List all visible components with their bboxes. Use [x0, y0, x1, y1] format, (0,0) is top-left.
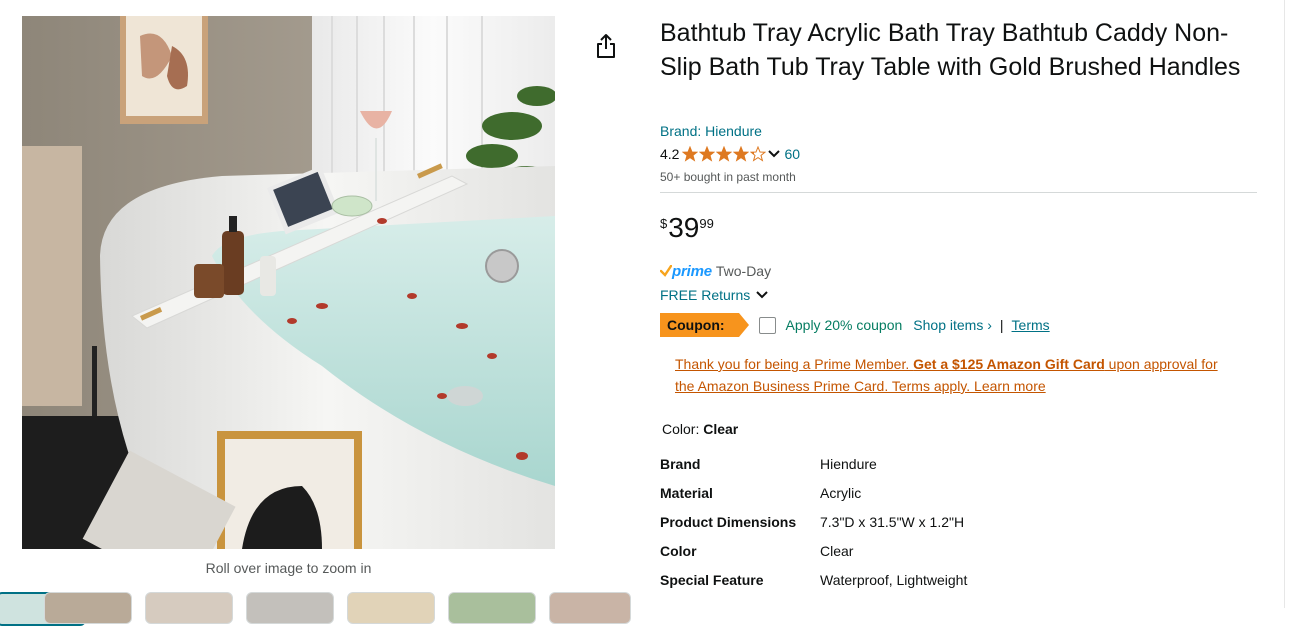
coupon-label[interactable]: Apply 20% coupon [786, 317, 903, 333]
thumbnail-3[interactable] [145, 592, 233, 624]
main-product-image[interactable] [22, 16, 555, 549]
spec-key: Special Feature [660, 571, 764, 588]
chevron-down-icon[interactable] [768, 149, 781, 159]
spec-key: Brand [660, 455, 701, 472]
price-whole: 39 [668, 212, 700, 243]
promo-bold: Get a $125 Amazon Gift Card [913, 356, 1105, 372]
brand-link[interactable]: Brand: Hiendure [660, 123, 762, 139]
divider [660, 192, 1257, 193]
spec-value: 7.3"D x 31.5"W x 1.2"H [820, 513, 965, 530]
spec-key: Product Dimensions [660, 513, 797, 530]
spec-key: Material [660, 484, 713, 501]
spec-value: Clear [820, 542, 854, 559]
terms-link[interactable]: Terms [1012, 317, 1050, 333]
prime-card-promo-link[interactable]: Thank you for being a Prime Member. Get … [675, 353, 1235, 397]
prime-logo: prime [660, 263, 712, 280]
page-edge-divider [1284, 0, 1285, 608]
promo-lead: Thank you for being a Prime Member. [675, 356, 914, 372]
spec-row: Color Clear [660, 536, 967, 565]
rating-count-link[interactable]: 60 [784, 146, 800, 162]
thumbnail-7[interactable] [549, 592, 631, 624]
thumbnail-5[interactable] [347, 592, 435, 624]
rating-value: 4.2 [660, 146, 680, 162]
star-icon [733, 146, 750, 162]
spec-value: Hiendure [820, 455, 877, 472]
price: $ 39 99 [660, 210, 714, 246]
star-icon [716, 146, 733, 162]
share-icon [597, 34, 615, 58]
free-returns-label: FREE Returns [660, 287, 751, 303]
share-button[interactable] [594, 33, 618, 59]
color-selection: Color: Clear [662, 421, 738, 437]
thumbnail-2[interactable] [44, 592, 132, 624]
product-specs-table: Brand Hiendure Material Acrylic Product … [660, 449, 967, 594]
product-title: Bathtub Tray Acrylic Bath Tray Bathtub C… [660, 19, 1241, 81]
spec-row: Product Dimensions 7.3"D x 31.5"W x 1.2"… [660, 507, 967, 536]
star-icon [682, 146, 699, 162]
bathtub-scene-image [22, 16, 555, 549]
spec-value: Acrylic [820, 484, 862, 501]
coupon-row: Coupon: Apply 20% coupon Shop items › | … [660, 313, 1050, 337]
free-returns-link[interactable]: FREE Returns [660, 286, 769, 304]
spec-row: Brand Hiendure [660, 449, 967, 478]
price-fraction: 99 [699, 216, 714, 231]
rating-row: 4.2 60 [660, 144, 800, 164]
prime-delivery: prime Two-Day [660, 262, 771, 280]
color-value: Clear [703, 421, 739, 437]
price-symbol: $ [660, 216, 668, 231]
prime-check-icon [660, 265, 672, 277]
star-icon [699, 146, 716, 162]
spec-row: Special Feature Waterproof, Lightweight [660, 565, 967, 594]
separator: | [999, 317, 1004, 333]
star-icon [750, 146, 767, 162]
spec-key: Color [660, 542, 697, 559]
prime-speed: Two-Day [715, 263, 772, 279]
shop-items-link[interactable]: Shop items › [913, 317, 992, 333]
rating-stars[interactable] [682, 146, 767, 162]
spec-row: Material Acrylic [660, 478, 967, 507]
bought-count: 50+ bought in past month [660, 170, 796, 184]
thumbnail-4[interactable] [246, 592, 334, 624]
coupon-checkbox[interactable] [758, 316, 776, 334]
zoom-hint: Roll over image to zoom in [205, 560, 372, 576]
color-label: Color: [662, 421, 704, 437]
coupon-badge: Coupon: [660, 313, 749, 337]
thumbnail-6[interactable] [448, 592, 536, 624]
prime-word: prime [672, 262, 712, 280]
chevron-down-icon [756, 291, 768, 299]
spec-value: Waterproof, Lightweight [820, 571, 968, 588]
